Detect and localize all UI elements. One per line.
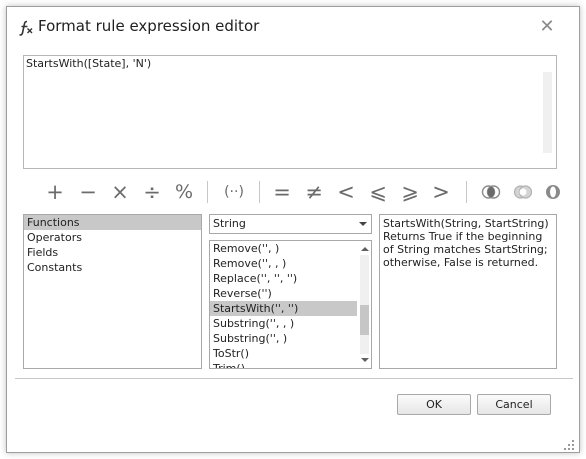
footer-divider [15, 378, 573, 379]
list-item[interactable]: ToStr() [210, 346, 357, 361]
category-item-functions[interactable]: Functions [24, 215, 201, 230]
category-item-operators[interactable]: Operators [24, 230, 201, 245]
resize-grip-icon[interactable] [563, 436, 575, 450]
expression-scrollbar[interactable] [543, 72, 552, 153]
toolbar-separator [466, 181, 467, 203]
ok-button[interactable]: OK [397, 394, 471, 415]
chevron-down-icon[interactable] [359, 222, 367, 226]
equals-button[interactable]: = [268, 177, 296, 207]
scrollbar-track[interactable] [360, 255, 369, 354]
title-bar[interactable]: Format rule expression editor ✕ [7, 7, 579, 47]
modulo-button[interactable]: % [170, 177, 198, 207]
list-item-selected[interactable]: StartsWith('', '') [210, 301, 357, 316]
function-type-value: String [213, 217, 246, 230]
expression-text[interactable]: StartsWith([State], 'N') [26, 57, 151, 70]
category-item-constants[interactable]: Constants [24, 260, 201, 275]
list-item[interactable]: Remove('', ) [210, 241, 357, 256]
format-rule-expression-editor-dialog: Format rule expression editor ✕ StartsWi… [6, 6, 580, 453]
greater-equal-button[interactable]: ⩾ [396, 177, 424, 207]
function-list[interactable]: Remove('', ) Remove('', , ) Replace('', … [209, 240, 372, 369]
category-item-fields[interactable]: Fields [24, 245, 201, 260]
greater-than-button[interactable]: > [427, 177, 455, 207]
parentheses-button[interactable]: (··) [218, 177, 250, 207]
plus-button[interactable]: + [41, 177, 69, 207]
dialog-title: Format rule expression editor [38, 17, 260, 35]
list-item[interactable]: Reverse('') [210, 286, 357, 301]
scroll-down-arrow-icon[interactable] [361, 358, 369, 362]
less-equal-button[interactable]: ⩽ [364, 177, 392, 207]
function-list-scrollbar[interactable] [360, 243, 369, 366]
category-list[interactable]: Functions Operators Fields Constants [23, 214, 202, 369]
multiply-button[interactable]: × [106, 177, 134, 207]
function-type-dropdown[interactable]: String [209, 214, 372, 234]
function-description: StartsWith(String, StartString) Returns … [383, 217, 549, 269]
close-button[interactable]: ✕ [537, 17, 557, 37]
toolbar-separator [207, 181, 208, 203]
logical-or-icon[interactable] [509, 177, 537, 207]
operator-toolbar: + − × ÷ % (··) = ≠ < ⩽ ⩾ > [23, 177, 563, 207]
logical-not-icon[interactable] [539, 177, 567, 207]
list-item[interactable]: Replace('', '', '') [210, 271, 357, 286]
cancel-button[interactable]: Cancel [477, 394, 551, 415]
not-equals-button[interactable]: ≠ [300, 177, 328, 207]
function-items: Remove('', ) Remove('', , ) Replace('', … [210, 241, 371, 368]
list-item[interactable]: Substring('', ) [210, 331, 357, 346]
scroll-up-arrow-icon[interactable] [361, 247, 369, 251]
toolbar-separator [259, 181, 260, 203]
list-item[interactable]: Remove('', , ) [210, 256, 357, 271]
function-icon [17, 19, 35, 37]
description-panel: StartsWith(String, StartString) Returns … [379, 214, 557, 369]
scrollbar-thumb[interactable] [360, 305, 369, 335]
minus-button[interactable]: − [74, 177, 102, 207]
expression-editor[interactable]: StartsWith([State], 'N') [23, 55, 557, 169]
logical-and-icon[interactable] [477, 177, 505, 207]
divide-button[interactable]: ÷ [138, 177, 166, 207]
less-than-button[interactable]: < [332, 177, 360, 207]
list-item[interactable]: Substring('', , ) [210, 316, 357, 331]
list-item[interactable]: Trim() [210, 361, 357, 368]
